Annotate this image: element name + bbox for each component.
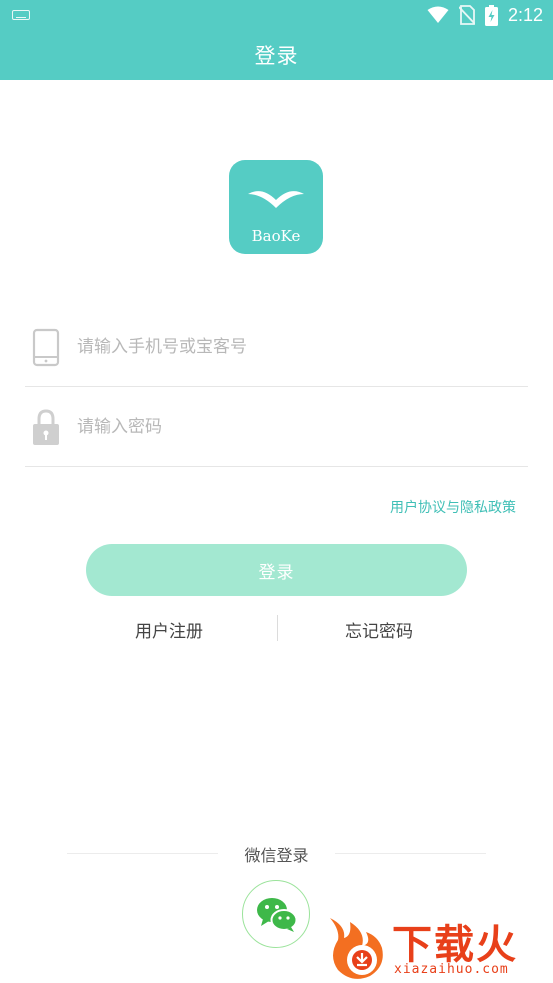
page-title: 登录: [254, 44, 299, 68]
phone-field: [25, 307, 528, 387]
status-bar: 2:12: [0, 0, 553, 30]
password-field: [25, 387, 528, 467]
account-links: 用户注册 忘记密码: [0, 615, 553, 642]
fire-logo-icon: [330, 918, 383, 979]
register-link[interactable]: 用户注册: [135, 617, 203, 642]
bird-logo-icon: [248, 191, 304, 208]
phone-input[interactable]: [77, 327, 507, 367]
wechat-icon: [257, 898, 298, 932]
divider-right: [335, 853, 486, 854]
lock-icon: [33, 409, 59, 445]
watermark: 下载火 xiazaihuo.com: [326, 910, 551, 983]
wifi-icon: [427, 6, 449, 23]
links-divider: [277, 615, 278, 641]
wechat-login-label: 微信登录: [244, 846, 309, 865]
phone-icon: [32, 328, 60, 367]
app-logo: BaoKe: [229, 160, 323, 254]
status-icons: 2:12: [427, 4, 543, 26]
keyboard-icon: [12, 10, 30, 20]
wechat-login-button[interactable]: [242, 880, 310, 948]
title-bar: 登录: [0, 30, 553, 80]
agreement-link[interactable]: 用户协议与隐私政策: [390, 497, 516, 517]
battery-charging-icon: [484, 4, 498, 26]
login-button[interactable]: 登录: [86, 544, 467, 596]
no-sim-icon: [458, 5, 475, 25]
watermark-subtitle: xiazaihuo.com: [394, 962, 509, 977]
status-time: 2:12: [507, 4, 543, 25]
forgot-password-link[interactable]: 忘记密码: [345, 617, 413, 642]
password-input[interactable]: [77, 407, 507, 447]
logo-text: BaoKe: [251, 227, 301, 245]
